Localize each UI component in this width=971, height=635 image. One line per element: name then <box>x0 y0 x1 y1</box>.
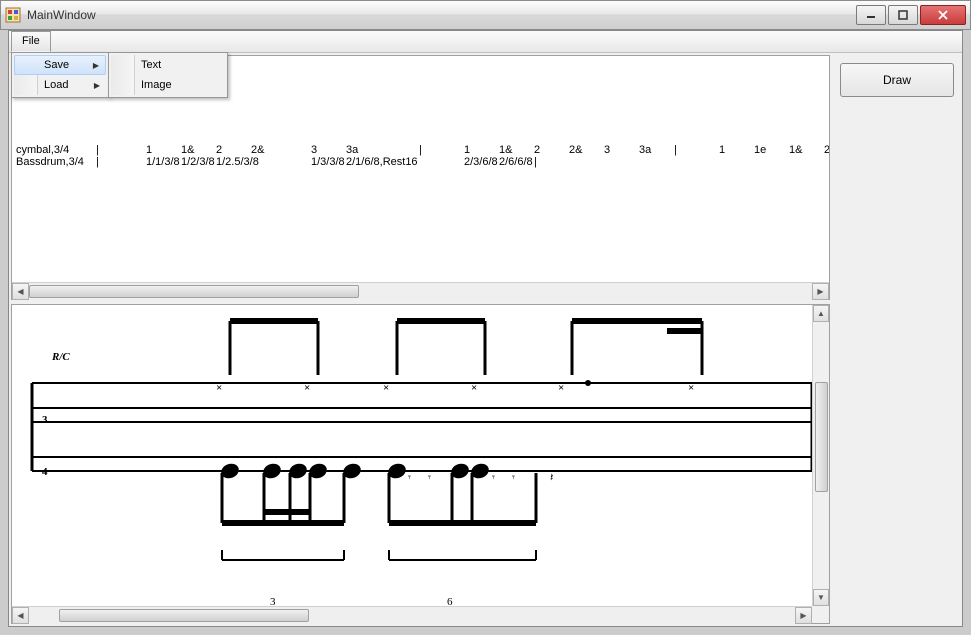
svg-text:×: × <box>216 382 222 394</box>
hscroll-thumb[interactable] <box>29 285 359 298</box>
menu-load[interactable]: Load ▶ <box>14 75 106 95</box>
text-cell: 3 <box>311 144 346 156</box>
text-cell: 2 <box>824 144 829 156</box>
scroll-right-icon[interactable]: ▶ <box>795 607 812 624</box>
scroll-right-icon[interactable]: ▶ <box>812 283 829 300</box>
text-cell: | <box>674 144 719 156</box>
menu-file-dropdown: Save ▶ Load ▶ <box>11 52 109 98</box>
text-panel-hscrollbar[interactable]: ◀ ▶ <box>12 282 829 299</box>
left-pane: cymbal,3/4|11&22&33a|11&22&33a|11e1&22Ba… <box>9 53 832 626</box>
text-cell: | <box>534 156 569 168</box>
menu-strip: File Save ▶ Load ▶ Text Image <box>9 31 962 53</box>
text-cell: 1 <box>464 144 499 156</box>
text-cell: 1 <box>719 144 754 156</box>
text-cell: 1e <box>754 144 789 156</box>
scrollbar-corner <box>812 606 829 623</box>
maximize-button[interactable] <box>888 5 918 25</box>
svg-text:𝄾: 𝄾 <box>492 472 495 484</box>
scroll-down-icon[interactable]: ▼ <box>813 589 829 606</box>
text-cell: 3a <box>639 144 674 156</box>
close-button[interactable] <box>920 5 966 25</box>
text-cell: 1 <box>146 144 181 156</box>
time-sig-top: 3 <box>42 414 48 426</box>
vscroll-thumb[interactable] <box>815 382 828 492</box>
tuplet-3: 3 <box>270 596 276 606</box>
svg-text:×: × <box>471 382 477 394</box>
svg-text:×: × <box>304 382 310 394</box>
menu-save-text[interactable]: Text <box>111 55 225 75</box>
submenu-arrow-icon: ▶ <box>93 61 99 70</box>
text-cell: 1/2.5/3/8 <box>216 156 251 168</box>
menu-save-image[interactable]: Image <box>111 75 225 95</box>
text-cell: 2/3/6/8 <box>464 156 499 168</box>
text-cell: 3a <box>346 144 419 156</box>
submenu-arrow-icon: ▶ <box>94 81 100 90</box>
text-cell: 1/3/3/8 <box>311 156 346 168</box>
text-row: Bassdrum,3/4|1/1/3/81/2/3/81/2.5/3/81/3/… <box>12 156 829 168</box>
main-content: cymbal,3/4|11&22&33a|11&22&33a|11e1&22Ba… <box>9 53 962 626</box>
text-cell: 3 <box>604 144 639 156</box>
minimize-button[interactable] <box>856 5 886 25</box>
menu-load-label: Load <box>44 79 68 91</box>
scroll-left-icon[interactable]: ◀ <box>12 607 29 624</box>
text-cell: 1& <box>499 144 534 156</box>
notation-panel: R/C 3 4 <box>11 304 830 624</box>
text-cell: | <box>96 156 146 168</box>
notation-content: R/C 3 4 <box>12 305 812 606</box>
text-cell: 1/1/3/8 <box>146 156 181 168</box>
time-sig-bot: 4 <box>42 466 48 478</box>
app-icon <box>5 7 21 23</box>
notation-hscrollbar[interactable]: ◀ ▶ <box>12 606 812 623</box>
text-cell: 1/2/3/8 <box>181 156 216 168</box>
svg-text:𝄾: 𝄾 <box>512 472 515 484</box>
title-bar: MainWindow <box>0 0 971 30</box>
window-title: MainWindow <box>27 8 854 22</box>
svg-text:𝄽: 𝄽 <box>550 472 553 484</box>
text-row: cymbal,3/4|11&22&33a|11&22&33a|11e1&22 <box>12 144 829 156</box>
text-cell: 2& <box>569 144 604 156</box>
menu-save-label: Save <box>44 59 69 71</box>
text-cell: 1& <box>181 144 216 156</box>
notation-label: R/C <box>51 351 70 363</box>
menu-save-submenu: Text Image <box>108 52 228 98</box>
text-cell: 2/6/6/8 <box>499 156 534 168</box>
client-area: File Save ▶ Load ▶ Text Image cymbal <box>8 30 963 627</box>
right-pane: Draw <box>832 53 962 626</box>
text-cell: 2 <box>534 144 569 156</box>
text-cell: | <box>419 144 464 156</box>
text-cell: 2 <box>216 144 251 156</box>
menu-save[interactable]: Save ▶ <box>14 55 106 75</box>
svg-text:𝄾: 𝄾 <box>408 472 411 484</box>
window-buttons <box>854 5 966 25</box>
text-cell: cymbal,3/4 <box>16 144 96 156</box>
svg-text:𝄾: 𝄾 <box>428 472 431 484</box>
tuplet-6: 6 <box>447 596 453 606</box>
text-cell: 1& <box>789 144 824 156</box>
scroll-left-icon[interactable]: ◀ <box>12 283 29 300</box>
svg-text:×: × <box>688 382 694 394</box>
menu-file[interactable]: File <box>11 31 51 52</box>
hscroll-thumb[interactable] <box>59 609 309 622</box>
draw-button[interactable]: Draw <box>840 63 954 97</box>
notation-vscrollbar[interactable]: ▲ ▼ <box>812 305 829 606</box>
svg-text:×: × <box>558 382 564 394</box>
svg-text:×: × <box>383 382 389 394</box>
text-cell: 2& <box>251 144 311 156</box>
text-cell: Bassdrum,3/4 <box>16 156 96 168</box>
text-cell: 2/1/6/8,Rest16 <box>346 156 419 168</box>
text-cell: | <box>96 144 146 156</box>
scroll-up-icon[interactable]: ▲ <box>813 305 829 322</box>
